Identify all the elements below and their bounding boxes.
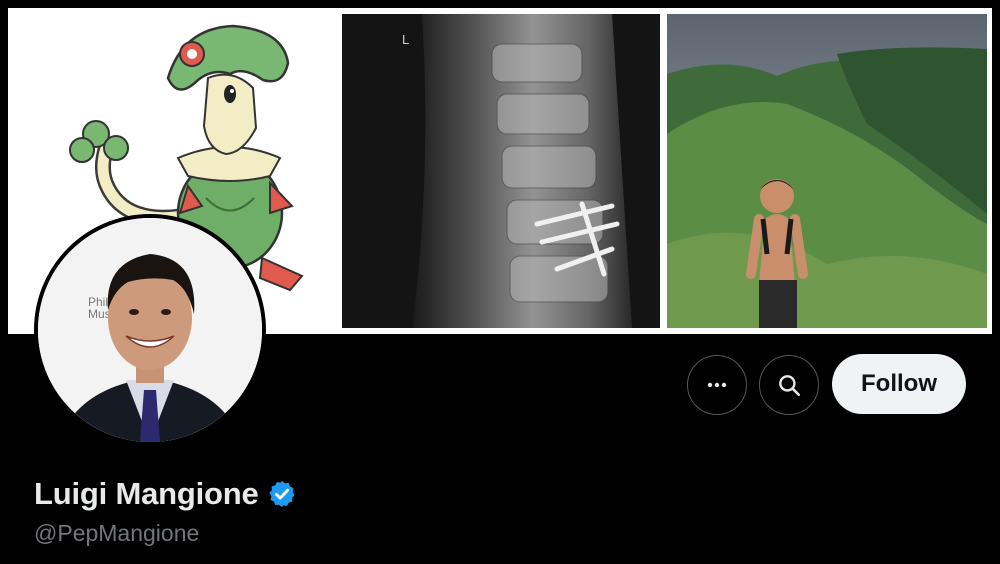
display-name: Luigi Mangione <box>34 476 259 511</box>
banner-image-hiker[interactable] <box>667 14 987 328</box>
profile-avatar[interactable]: Philad Museu <box>34 214 266 446</box>
display-name-row: Luigi Mangione <box>34 476 297 512</box>
follow-button[interactable]: Follow <box>832 354 966 414</box>
hiker-photo <box>667 14 987 328</box>
search-profile-button[interactable] <box>759 355 819 415</box>
avatar-photo: Philad Museu <box>38 218 262 442</box>
banner-image-xray[interactable]: L <box>342 14 660 328</box>
search-icon <box>779 375 801 397</box>
xray-marker: L <box>402 32 409 47</box>
username-handle: @PepMangione <box>34 520 200 546</box>
verified-badge-icon[interactable] <box>267 479 297 509</box>
more-horizontal-icon <box>707 382 727 388</box>
more-options-button[interactable] <box>687 355 747 415</box>
profile-header: L Philad Museu Follow Luigi Mangione @Pe… <box>0 0 1000 564</box>
xray-image: L <box>342 14 660 328</box>
